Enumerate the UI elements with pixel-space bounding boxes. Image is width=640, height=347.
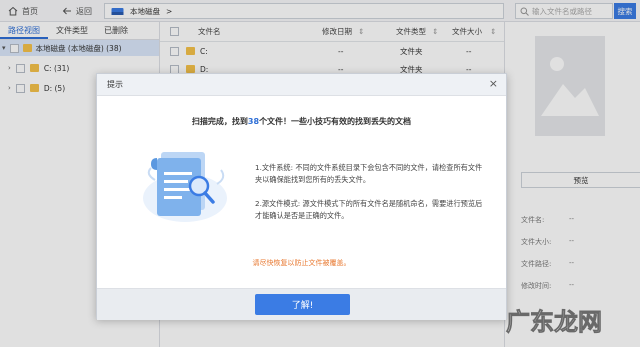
scan-result-text: 扫描完成，找到38个文件！一些小技巧有效的找到丢失的文档 (97, 116, 506, 127)
close-icon[interactable]: × (489, 78, 498, 90)
tip-file-system: 1.文件系统: 不同的文件系统目录下会包含不同的文件，请检查所有文件夹以确保能找… (255, 163, 483, 184)
ok-button[interactable]: 了解! (255, 294, 350, 315)
tips-dialog: 提示 × 扫描完成，找到38个文件！一些小技巧有效的找到丢失的文档 1.文件系统… (96, 73, 507, 320)
scan-count: 38 (247, 117, 260, 126)
tip-source-mode: 2.源文件模式: 源文件模式下的所有文件名是随机命名，需要进行预览后才能确认是否… (255, 199, 483, 220)
dialog-titlebar: 提示 × (97, 74, 506, 96)
document-scan-illustration (143, 152, 227, 222)
dialog-footer: 了解! (97, 288, 506, 320)
watermark-logo: 广东龙网 (506, 308, 603, 337)
scan-prefix: 扫描完成，找到 (191, 117, 248, 126)
dialog-title: 提示 (107, 80, 123, 89)
scan-suffix: 个文件！一些小技巧有效的找到丢失的文档 (259, 117, 412, 126)
svg-text:广东龙网: 广东龙网 (506, 308, 602, 336)
warning-text: 请尽快恢复以防止文件被覆盖。 (252, 259, 351, 267)
